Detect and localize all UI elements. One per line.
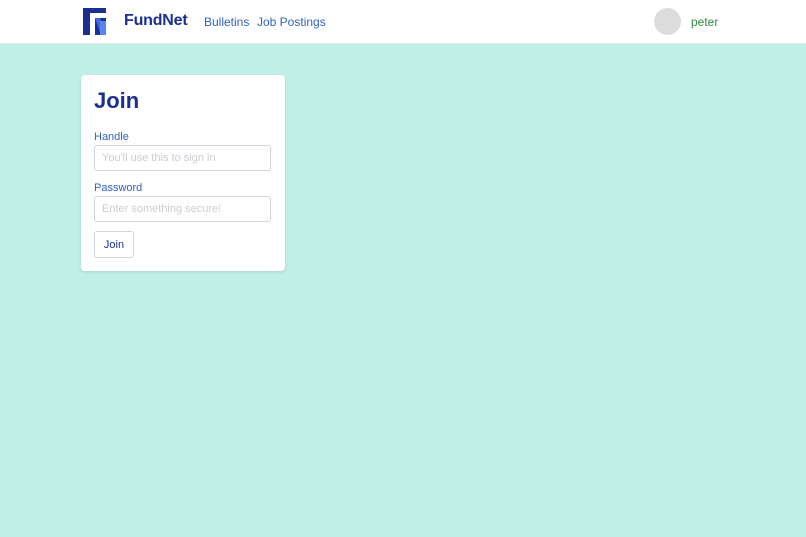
top-navigation-bar: FundNet Bulletins Job Postings peter <box>0 0 806 44</box>
avatar[interactable] <box>654 8 681 35</box>
handle-label: Handle <box>94 131 129 143</box>
password-input[interactable] <box>94 196 271 222</box>
handle-input[interactable] <box>94 145 271 171</box>
password-label: Password <box>94 182 143 194</box>
join-card: Join Handle Password Join <box>81 75 285 271</box>
fundnet-logo-icon[interactable] <box>83 8 106 35</box>
brand-name[interactable]: FundNet <box>124 12 188 30</box>
nav-link-job-postings[interactable]: Job Postings <box>257 15 326 29</box>
join-button[interactable]: Join <box>94 231 134 258</box>
page-title: Join <box>94 88 140 113</box>
nav-link-bulletins[interactable]: Bulletins <box>204 15 249 29</box>
username-link[interactable]: peter <box>691 15 718 29</box>
